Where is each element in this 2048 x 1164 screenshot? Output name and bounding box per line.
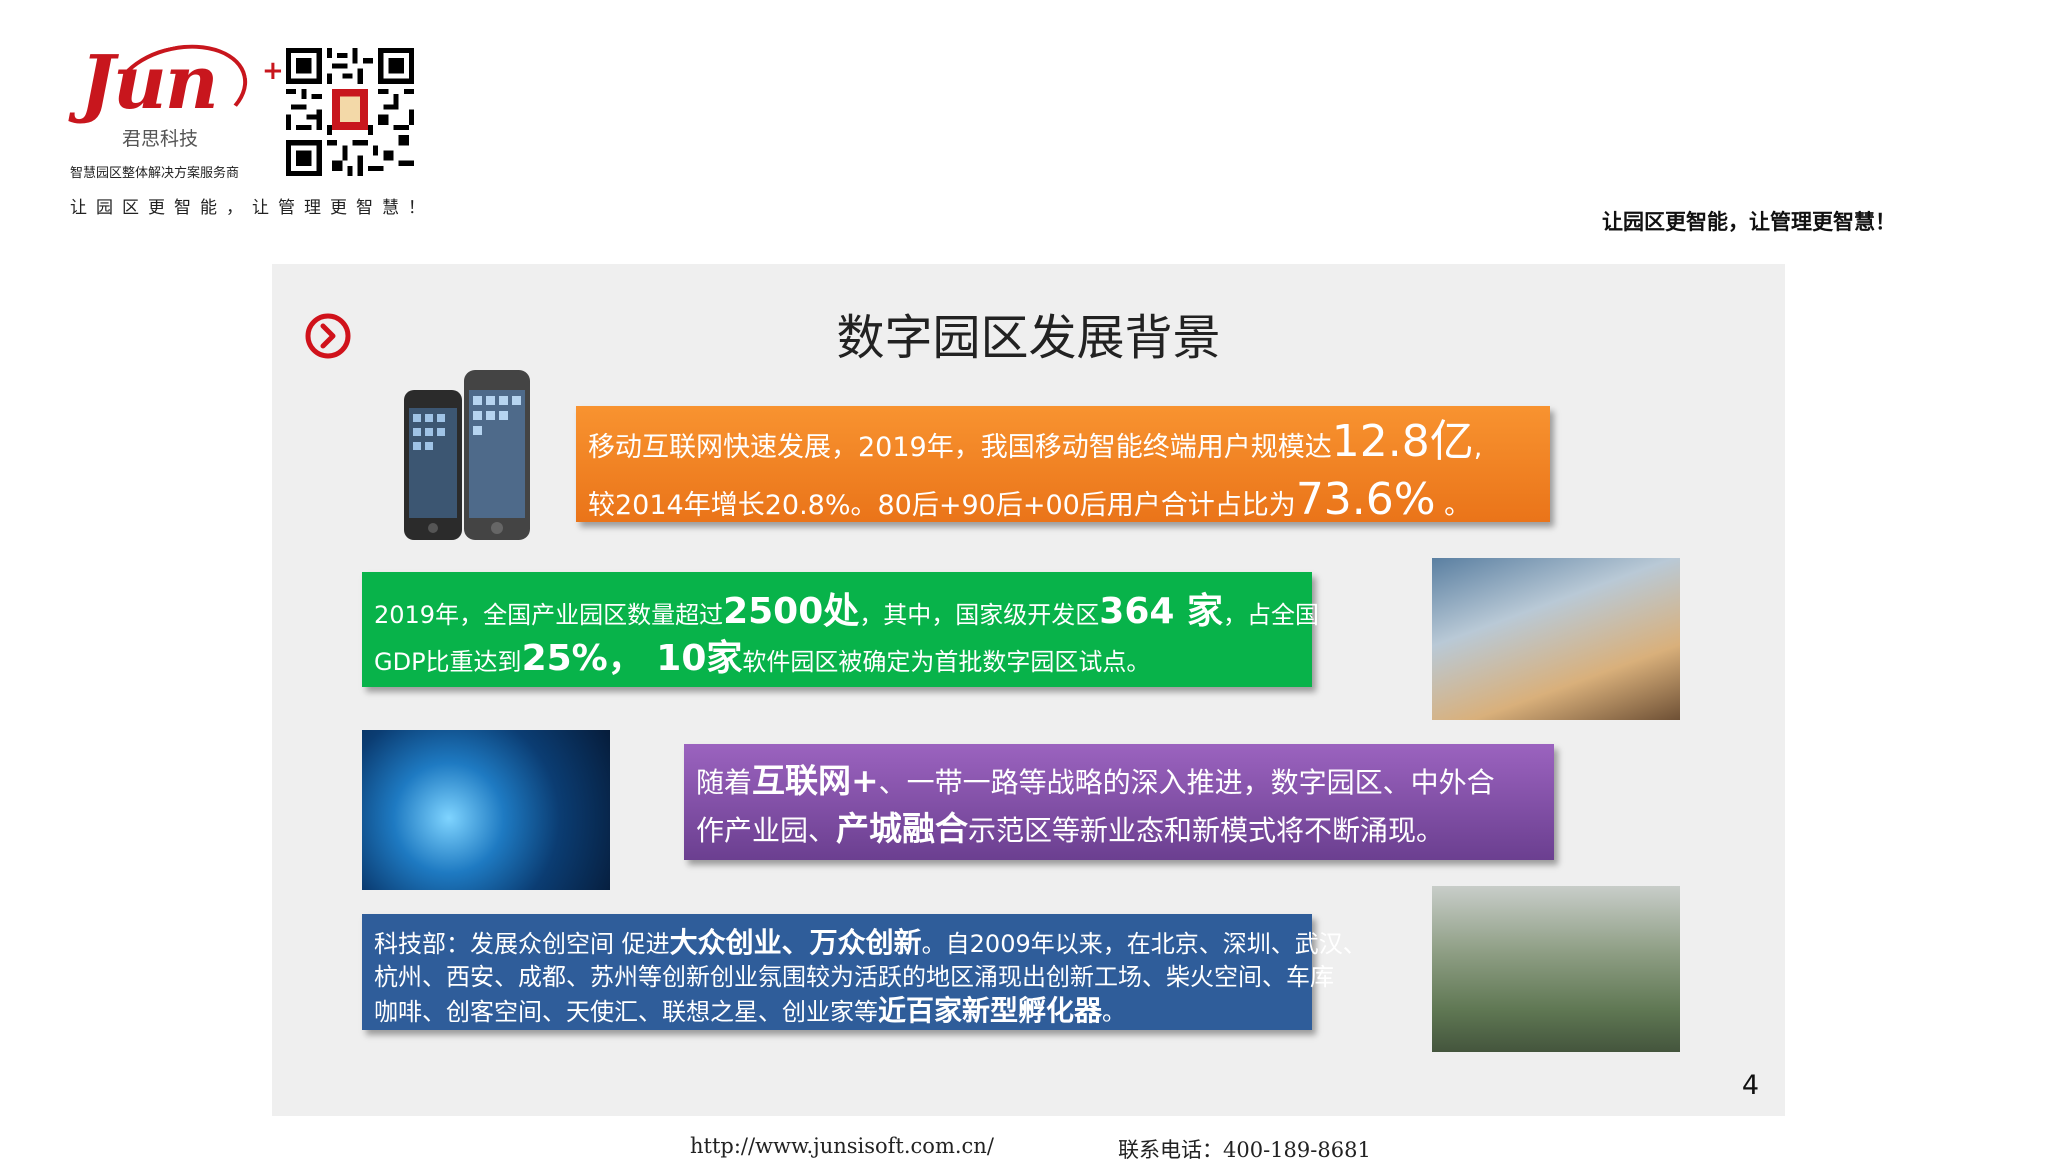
- company-subtitle: 智慧园区整体解决方案服务商: [70, 166, 240, 181]
- text-box-internet-plus: 随着互联网+、一带一路等战略的深入推进，数字园区、中外合 作产业园、产城融合示范…: [684, 744, 1554, 860]
- box4-text: 杭州、西安、成都、苏州等创新创业氛围较为活跃的地区涌现出创新工场、柴火空间、车库: [374, 963, 1334, 991]
- box2-highlight: 25%， 10家: [521, 638, 743, 679]
- text-box-mobile-internet: 移动互联网快速发展，2019年，我国移动智能终端用户规模达12.8亿, 较201…: [576, 406, 1550, 525]
- box1-text: ,: [1473, 432, 1483, 463]
- box4-highlight: 近百家新型孵化器: [878, 994, 1103, 1027]
- box2-highlight: 2500处: [723, 591, 860, 632]
- digital-globe-photo: [362, 730, 610, 890]
- box3-highlight: 互联网+: [752, 761, 879, 800]
- box1-text: 移动互联网快速发展，2019年，我国移动智能终端用户规模达: [588, 432, 1332, 463]
- box1-highlight: 73.6%: [1295, 474, 1436, 525]
- page-number: 4: [1741, 1070, 1759, 1101]
- box4-text: 。: [1102, 998, 1127, 1026]
- box2-highlight: 364 家: [1099, 591, 1223, 632]
- box2-text: ，占全国: [1222, 601, 1319, 629]
- box1-text: 。: [1435, 490, 1472, 521]
- logo-wordmark: Jun: [80, 40, 219, 126]
- box4-text: 科技部：发展众创空间 促进: [374, 930, 670, 958]
- box3-text: 作产业园、: [696, 814, 837, 847]
- box3-text: 随着: [696, 766, 753, 799]
- box4-text: 咖啡、创客空间、天使汇、联想之星、创业家等: [374, 998, 878, 1026]
- text-box-maker-spaces: 科技部：发展众创空间 促进大众创业、万众创新。自2009年以来，在北京、深圳、武…: [362, 914, 1367, 1030]
- qr-code-image: [286, 48, 414, 176]
- building-photo: [1432, 558, 1680, 720]
- box3-highlight: 产城融合: [836, 809, 969, 848]
- slide-panel: 数字园区发展背景 移动互联网快速发展，2019年，我国移动智能终端用户规模达12…: [272, 264, 1785, 1116]
- box2-text: ，其中，国家级开发区: [859, 601, 1100, 629]
- box2-text: GDP比重达到: [374, 648, 522, 676]
- logo-plus-mark: +: [262, 56, 284, 86]
- box1-highlight: 12.8亿: [1331, 416, 1474, 467]
- slide-title: 数字园区发展背景: [836, 310, 1221, 366]
- company-logo: Jun + 君思科技: [72, 32, 284, 152]
- logo-company-name: 君思科技: [122, 128, 199, 150]
- text-box-industrial-parks: 2019年，全国产业园区数量超过2500处，其中，国家级开发区364 家，占全国…: [362, 572, 1319, 687]
- smartphones-image: [404, 370, 530, 540]
- footer-phone: 联系电话：400-189-8681: [1118, 1138, 1371, 1162]
- campus-aerial-photo: [1432, 886, 1680, 1052]
- box4-highlight: 大众创业、万众创新: [669, 926, 922, 959]
- box1-text: 较2014年增长20.8%。80后+90后+00后用户合计占比为: [588, 490, 1296, 521]
- footer-url[interactable]: http://www.junsisoft.com.cn/: [690, 1134, 994, 1158]
- header-slogan-left: 让园区更智能，让管理更智慧！: [70, 198, 434, 218]
- box4-text: 。自2009年以来，在北京、深圳、武汉、: [921, 930, 1367, 958]
- box3-text: 示范区等新业态和新模式将不断涌现。: [968, 814, 1445, 847]
- box2-text: 2019年，全国产业园区数量超过: [374, 601, 724, 629]
- box3-text: 、一带一路等战略的深入推进，数字园区、中外合: [878, 766, 1495, 799]
- header-slogan-right: 让园区更智能，让管理更智慧！: [1602, 209, 1896, 234]
- box2-text: 软件园区被确定为首批数字园区试点。: [742, 648, 1151, 676]
